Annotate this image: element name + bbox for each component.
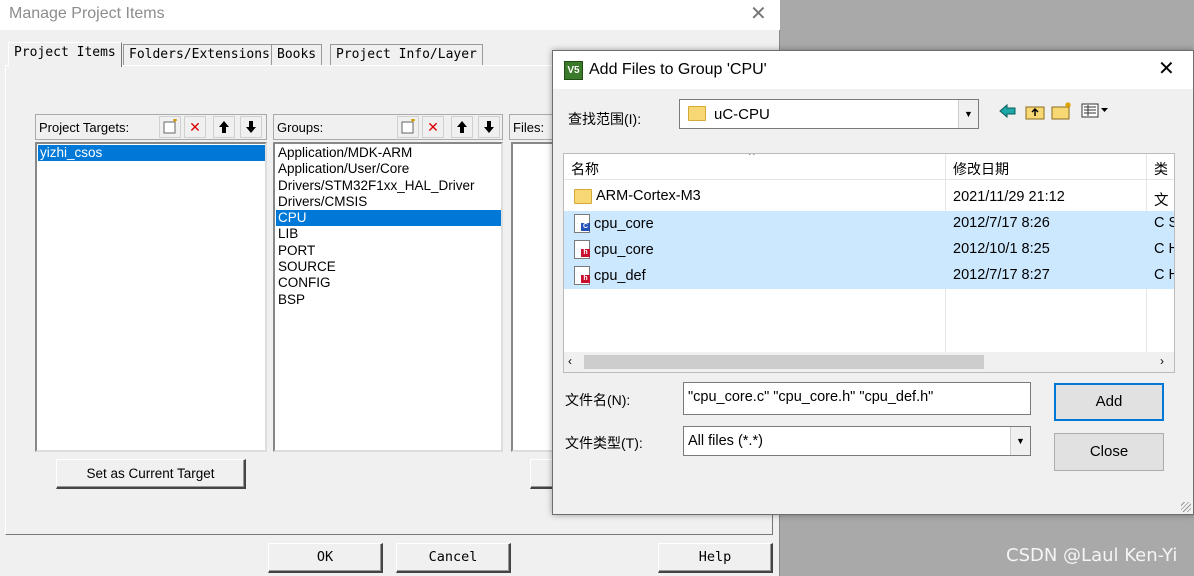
ok-button[interactable]: OK — [268, 543, 383, 573]
sort-ascending-icon: ^ — [749, 153, 755, 162]
targets-label: Project Targets: — [39, 120, 130, 135]
c-header-file-icon: h — [574, 266, 590, 285]
file-name: cpu_def — [594, 267, 646, 284]
folder-icon — [688, 106, 706, 121]
delete-group-icon[interactable]: ✕ — [422, 116, 444, 138]
new-group-icon[interactable] — [397, 116, 419, 138]
groups-list[interactable]: Application/MDK-ARM Application/User/Cor… — [273, 142, 503, 452]
tab-folders-extensions[interactable]: Folders/Extensions — [123, 44, 276, 66]
list-item[interactable]: BSP — [276, 292, 501, 308]
filename-input[interactable]: "cpu_core.c" "cpu_core.h" "cpu_def.h" — [683, 382, 1031, 415]
new-folder-icon[interactable] — [1051, 101, 1073, 123]
c-source-file-icon: C — [574, 214, 590, 233]
help-button[interactable]: Help — [658, 543, 773, 573]
file-date: 2012/7/17 8:27 — [953, 267, 1050, 283]
manage-window-title: Manage Project Items — [9, 5, 165, 22]
close-button[interactable]: Close — [1054, 433, 1164, 471]
file-row[interactable]: Ccpu_core 2012/7/17 8:26 C S — [564, 211, 1174, 237]
list-item[interactable]: CPU — [276, 210, 501, 227]
delete-target-icon[interactable]: ✕ — [184, 116, 206, 138]
tab-books[interactable]: Books — [271, 44, 323, 66]
keil-app-icon: V5 — [564, 61, 583, 80]
list-item[interactable]: PORT — [276, 243, 501, 259]
view-menu-icon[interactable] — [1081, 103, 1109, 122]
file-name: cpu_core — [594, 241, 654, 258]
tab-project-info-layer[interactable]: Project Info/Layer — [330, 44, 483, 66]
new-target-icon[interactable] — [159, 116, 181, 138]
horizontal-scrollbar[interactable]: ‹ › — [564, 352, 1174, 372]
scrollbar-thumb[interactable] — [584, 355, 984, 369]
chevron-down-icon[interactable]: ▼ — [1010, 427, 1030, 455]
tab-project-items[interactable]: Project Items — [8, 42, 122, 67]
close-icon[interactable]: ✕ — [1158, 59, 1175, 79]
list-item[interactable]: SOURCE — [276, 259, 501, 275]
file-row[interactable]: hcpu_core 2012/10/1 8:25 C H — [564, 237, 1174, 263]
back-arrow-icon[interactable] — [999, 103, 1017, 122]
filetype-combo[interactable]: All files (*.*) ▼ — [683, 426, 1031, 456]
set-current-target-button[interactable]: Set as Current Target — [56, 459, 246, 489]
lookin-value: uC-CPU — [714, 106, 770, 123]
move-down-icon[interactable] — [478, 116, 500, 138]
resize-grip-icon[interactable] — [1181, 502, 1191, 512]
column-date[interactable]: 修改日期 — [953, 159, 1009, 179]
close-icon[interactable]: ✕ — [750, 4, 767, 24]
watermark: CSDN @Laul Ken-Yi — [1006, 545, 1178, 566]
targets-list[interactable]: yizhi_csos — [35, 142, 267, 452]
list-item[interactable]: LIB — [276, 226, 501, 242]
lookin-label: 查找范围(I): — [568, 111, 642, 127]
up-folder-icon[interactable] — [1025, 102, 1045, 123]
manage-titlebar: Manage Project Items ✕ — [0, 0, 780, 30]
filename-label: 文件名(N): — [565, 392, 631, 408]
files-label: Files: — [513, 120, 545, 135]
scroll-left-icon[interactable]: ‹ — [568, 354, 572, 368]
filetype-value: All files (*.*) — [688, 433, 763, 449]
file-type: C H — [1154, 241, 1174, 257]
file-type: 文 — [1154, 193, 1169, 209]
targets-header: Project Targets: ✕ — [35, 114, 267, 140]
file-date: 2012/10/1 8:25 — [953, 241, 1050, 257]
list-item[interactable]: CONFIG — [276, 275, 501, 291]
file-row[interactable]: hcpu_def 2012/7/17 8:27 C H — [564, 263, 1174, 289]
file-list-header: ^ 名称 修改日期 类 — [564, 153, 1174, 180]
groups-header: Groups: ✕ — [273, 114, 503, 140]
file-row[interactable]: ARM-Cortex-M3 2021/11/29 21:12 文 — [564, 185, 1174, 211]
add-button[interactable]: Add — [1054, 383, 1164, 421]
list-item[interactable]: Application/User/Core — [276, 161, 501, 177]
chevron-down-icon[interactable]: ▼ — [958, 100, 978, 128]
file-date: 2021/11/29 21:12 — [953, 189, 1065, 205]
column-name[interactable]: 名称 — [571, 159, 599, 179]
file-name: ARM-Cortex-M3 — [596, 188, 701, 205]
c-header-file-icon: h — [574, 240, 590, 259]
file-type: C S — [1154, 215, 1174, 231]
move-up-icon[interactable] — [213, 116, 235, 138]
list-item[interactable]: yizhi_csos — [38, 145, 265, 162]
file-type: C H — [1154, 267, 1174, 283]
lookin-combo[interactable]: uC-CPU ▼ — [679, 99, 979, 129]
move-down-icon[interactable] — [240, 116, 262, 138]
filetype-label: 文件类型(T): — [565, 435, 643, 451]
column-type[interactable]: 类 — [1154, 159, 1168, 179]
add-files-dialog: V5 Add Files to Group 'CPU' ✕ 查找范围(I): u… — [552, 50, 1194, 515]
addfiles-titlebar: V5 Add Files to Group 'CPU' ✕ — [553, 51, 1193, 89]
folder-icon — [574, 188, 592, 204]
groups-label: Groups: — [277, 120, 324, 135]
cancel-button[interactable]: Cancel — [396, 543, 511, 573]
list-item[interactable]: Drivers/STM32F1xx_HAL_Driver — [276, 178, 501, 194]
file-name: cpu_core — [594, 215, 654, 232]
addfiles-window-title: Add Files to Group 'CPU' — [589, 61, 767, 78]
file-list[interactable]: ^ 名称 修改日期 类 ARM-Cortex-M3 2021/11/29 21:… — [563, 153, 1175, 373]
list-item[interactable]: Drivers/CMSIS — [276, 194, 501, 210]
file-date: 2012/7/17 8:26 — [953, 215, 1050, 231]
move-up-icon[interactable] — [451, 116, 473, 138]
list-item[interactable]: Application/MDK-ARM — [276, 145, 501, 161]
scroll-right-icon[interactable]: › — [1160, 354, 1164, 368]
